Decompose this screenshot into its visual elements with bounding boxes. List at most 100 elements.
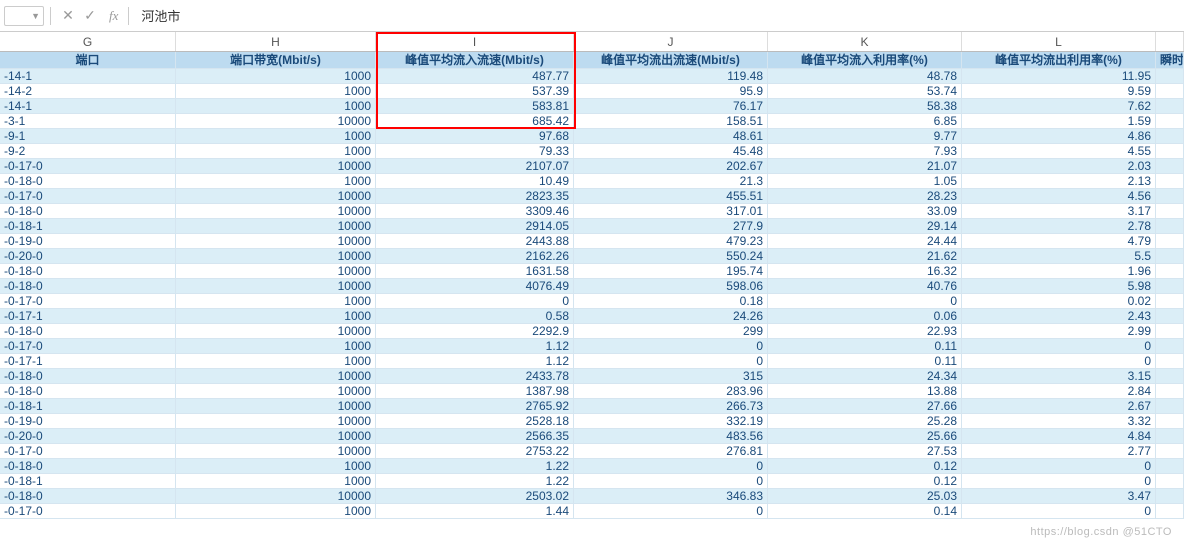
cell-peak-in-util[interactable]: 22.93 (768, 324, 962, 339)
cell-peak-out-rate[interactable]: 483.56 (574, 429, 768, 444)
cell-peak-out-rate[interactable]: 76.17 (574, 99, 768, 114)
cell-bandwidth[interactable]: 10000 (176, 444, 376, 459)
cell-peak-out-rate[interactable]: 283.96 (574, 384, 768, 399)
fx-icon[interactable]: fx (109, 8, 118, 24)
cell-peak-out-rate[interactable]: 346.83 (574, 489, 768, 504)
cell-peak-out-rate[interactable]: 266.73 (574, 399, 768, 414)
cell-peak-in-rate[interactable]: 583.81 (376, 99, 574, 114)
cell-instant[interactable] (1156, 309, 1184, 324)
cell-peak-in-rate[interactable]: 0 (376, 294, 574, 309)
cell-peak-out-rate[interactable]: 48.61 (574, 129, 768, 144)
cell-peak-in-rate[interactable]: 2443.88 (376, 234, 574, 249)
cell-peak-out-util[interactable]: 0 (962, 339, 1156, 354)
cell-peak-out-rate[interactable]: 332.19 (574, 414, 768, 429)
cell-peak-out-util[interactable]: 4.56 (962, 189, 1156, 204)
cell-peak-out-rate[interactable]: 277.9 (574, 219, 768, 234)
cell-peak-out-rate[interactable]: 0.18 (574, 294, 768, 309)
cell-instant[interactable] (1156, 414, 1184, 429)
cell-peak-out-util[interactable]: 4.79 (962, 234, 1156, 249)
cell-peak-in-util[interactable]: 27.53 (768, 444, 962, 459)
cell-port[interactable]: -0-18-0 (0, 459, 176, 474)
cell-peak-in-util[interactable]: 53.74 (768, 84, 962, 99)
cell-peak-in-util[interactable]: 21.07 (768, 159, 962, 174)
cell-peak-in-rate[interactable]: 2528.18 (376, 414, 574, 429)
cell-instant[interactable] (1156, 399, 1184, 414)
cell-peak-in-util[interactable]: 21.62 (768, 249, 962, 264)
header-peak-in-util[interactable]: 峰值平均流入利用率(%) (768, 52, 962, 69)
cell-peak-in-util[interactable]: 16.32 (768, 264, 962, 279)
cell-bandwidth[interactable]: 10000 (176, 429, 376, 444)
cell-port[interactable]: -0-17-0 (0, 294, 176, 309)
cell-peak-out-rate[interactable]: 0 (574, 459, 768, 474)
cell-port[interactable]: -0-18-0 (0, 369, 176, 384)
cell-peak-in-util[interactable]: 0.14 (768, 504, 962, 519)
header-port[interactable]: 端口 (0, 52, 176, 69)
cell-port[interactable]: -0-20-0 (0, 429, 176, 444)
cell-peak-in-rate[interactable]: 2823.35 (376, 189, 574, 204)
cell-peak-out-util[interactable]: 4.55 (962, 144, 1156, 159)
cell-peak-in-rate[interactable]: 1.22 (376, 474, 574, 489)
cell-bandwidth[interactable]: 10000 (176, 399, 376, 414)
cell-peak-out-util[interactable]: 0 (962, 459, 1156, 474)
cell-bandwidth[interactable]: 10000 (176, 369, 376, 384)
cell-peak-in-rate[interactable]: 2433.78 (376, 369, 574, 384)
cell-port[interactable]: -0-17-1 (0, 354, 176, 369)
cell-peak-out-util[interactable]: 3.47 (962, 489, 1156, 504)
cell-bandwidth[interactable]: 10000 (176, 189, 376, 204)
cell-peak-in-util[interactable]: 33.09 (768, 204, 962, 219)
cell-peak-in-rate[interactable]: 0.58 (376, 309, 574, 324)
cell-peak-out-util[interactable]: 3.15 (962, 369, 1156, 384)
cell-peak-in-util[interactable]: 1.05 (768, 174, 962, 189)
cell-peak-in-rate[interactable]: 487.77 (376, 69, 574, 84)
cell-peak-out-util[interactable]: 1.59 (962, 114, 1156, 129)
cell-port[interactable]: -0-17-0 (0, 159, 176, 174)
cell-instant[interactable] (1156, 324, 1184, 339)
cell-peak-in-rate[interactable]: 2503.02 (376, 489, 574, 504)
cell-bandwidth[interactable]: 10000 (176, 279, 376, 294)
col-header-i[interactable]: I (376, 32, 574, 51)
cell-port[interactable]: -0-19-0 (0, 234, 176, 249)
cell-peak-in-util[interactable]: 6.85 (768, 114, 962, 129)
cell-instant[interactable] (1156, 264, 1184, 279)
cell-peak-in-util[interactable]: 0.11 (768, 354, 962, 369)
cell-bandwidth[interactable]: 1000 (176, 144, 376, 159)
cell-port[interactable]: -0-18-0 (0, 264, 176, 279)
cell-peak-in-util[interactable]: 25.28 (768, 414, 962, 429)
header-bandwidth[interactable]: 端口带宽(Mbit/s) (176, 52, 376, 69)
cell-port[interactable]: -0-18-0 (0, 204, 176, 219)
cell-peak-out-util[interactable]: 2.84 (962, 384, 1156, 399)
cell-peak-out-rate[interactable]: 195.74 (574, 264, 768, 279)
cell-bandwidth[interactable]: 10000 (176, 324, 376, 339)
cell-peak-out-util[interactable]: 9.59 (962, 84, 1156, 99)
cell-bandwidth[interactable]: 10000 (176, 264, 376, 279)
cell-port[interactable]: -0-18-0 (0, 489, 176, 504)
cell-peak-in-rate[interactable]: 1631.58 (376, 264, 574, 279)
cell-instant[interactable] (1156, 249, 1184, 264)
cell-instant[interactable] (1156, 384, 1184, 399)
cell-peak-in-rate[interactable]: 2292.9 (376, 324, 574, 339)
cell-peak-out-rate[interactable]: 119.48 (574, 69, 768, 84)
cell-instant[interactable] (1156, 489, 1184, 504)
cell-peak-out-util[interactable]: 2.43 (962, 309, 1156, 324)
cell-instant[interactable] (1156, 99, 1184, 114)
spreadsheet-grid[interactable]: 端口 端口带宽(Mbit/s) 峰值平均流入流速(Mbit/s) 峰值平均流出流… (0, 52, 1184, 519)
cell-peak-in-util[interactable]: 28.23 (768, 189, 962, 204)
cell-peak-out-rate[interactable]: 317.01 (574, 204, 768, 219)
header-peak-out-rate[interactable]: 峰值平均流出流速(Mbit/s) (574, 52, 768, 69)
cell-bandwidth[interactable]: 1000 (176, 129, 376, 144)
cell-peak-in-rate[interactable]: 4076.49 (376, 279, 574, 294)
col-header-h[interactable]: H (176, 32, 376, 51)
cell-bandwidth[interactable]: 1000 (176, 99, 376, 114)
cell-peak-in-rate[interactable]: 1.44 (376, 504, 574, 519)
cell-port[interactable]: -3-1 (0, 114, 176, 129)
cell-port[interactable]: -0-17-0 (0, 189, 176, 204)
confirm-button[interactable]: ✓ (81, 7, 99, 25)
cell-port[interactable]: -0-17-1 (0, 309, 176, 324)
cell-peak-out-rate[interactable]: 24.26 (574, 309, 768, 324)
cell-port[interactable]: -0-19-0 (0, 414, 176, 429)
cell-bandwidth[interactable]: 1000 (176, 174, 376, 189)
cell-instant[interactable] (1156, 69, 1184, 84)
cell-peak-out-rate[interactable]: 479.23 (574, 234, 768, 249)
cell-peak-in-rate[interactable]: 537.39 (376, 84, 574, 99)
cell-bandwidth[interactable]: 10000 (176, 414, 376, 429)
